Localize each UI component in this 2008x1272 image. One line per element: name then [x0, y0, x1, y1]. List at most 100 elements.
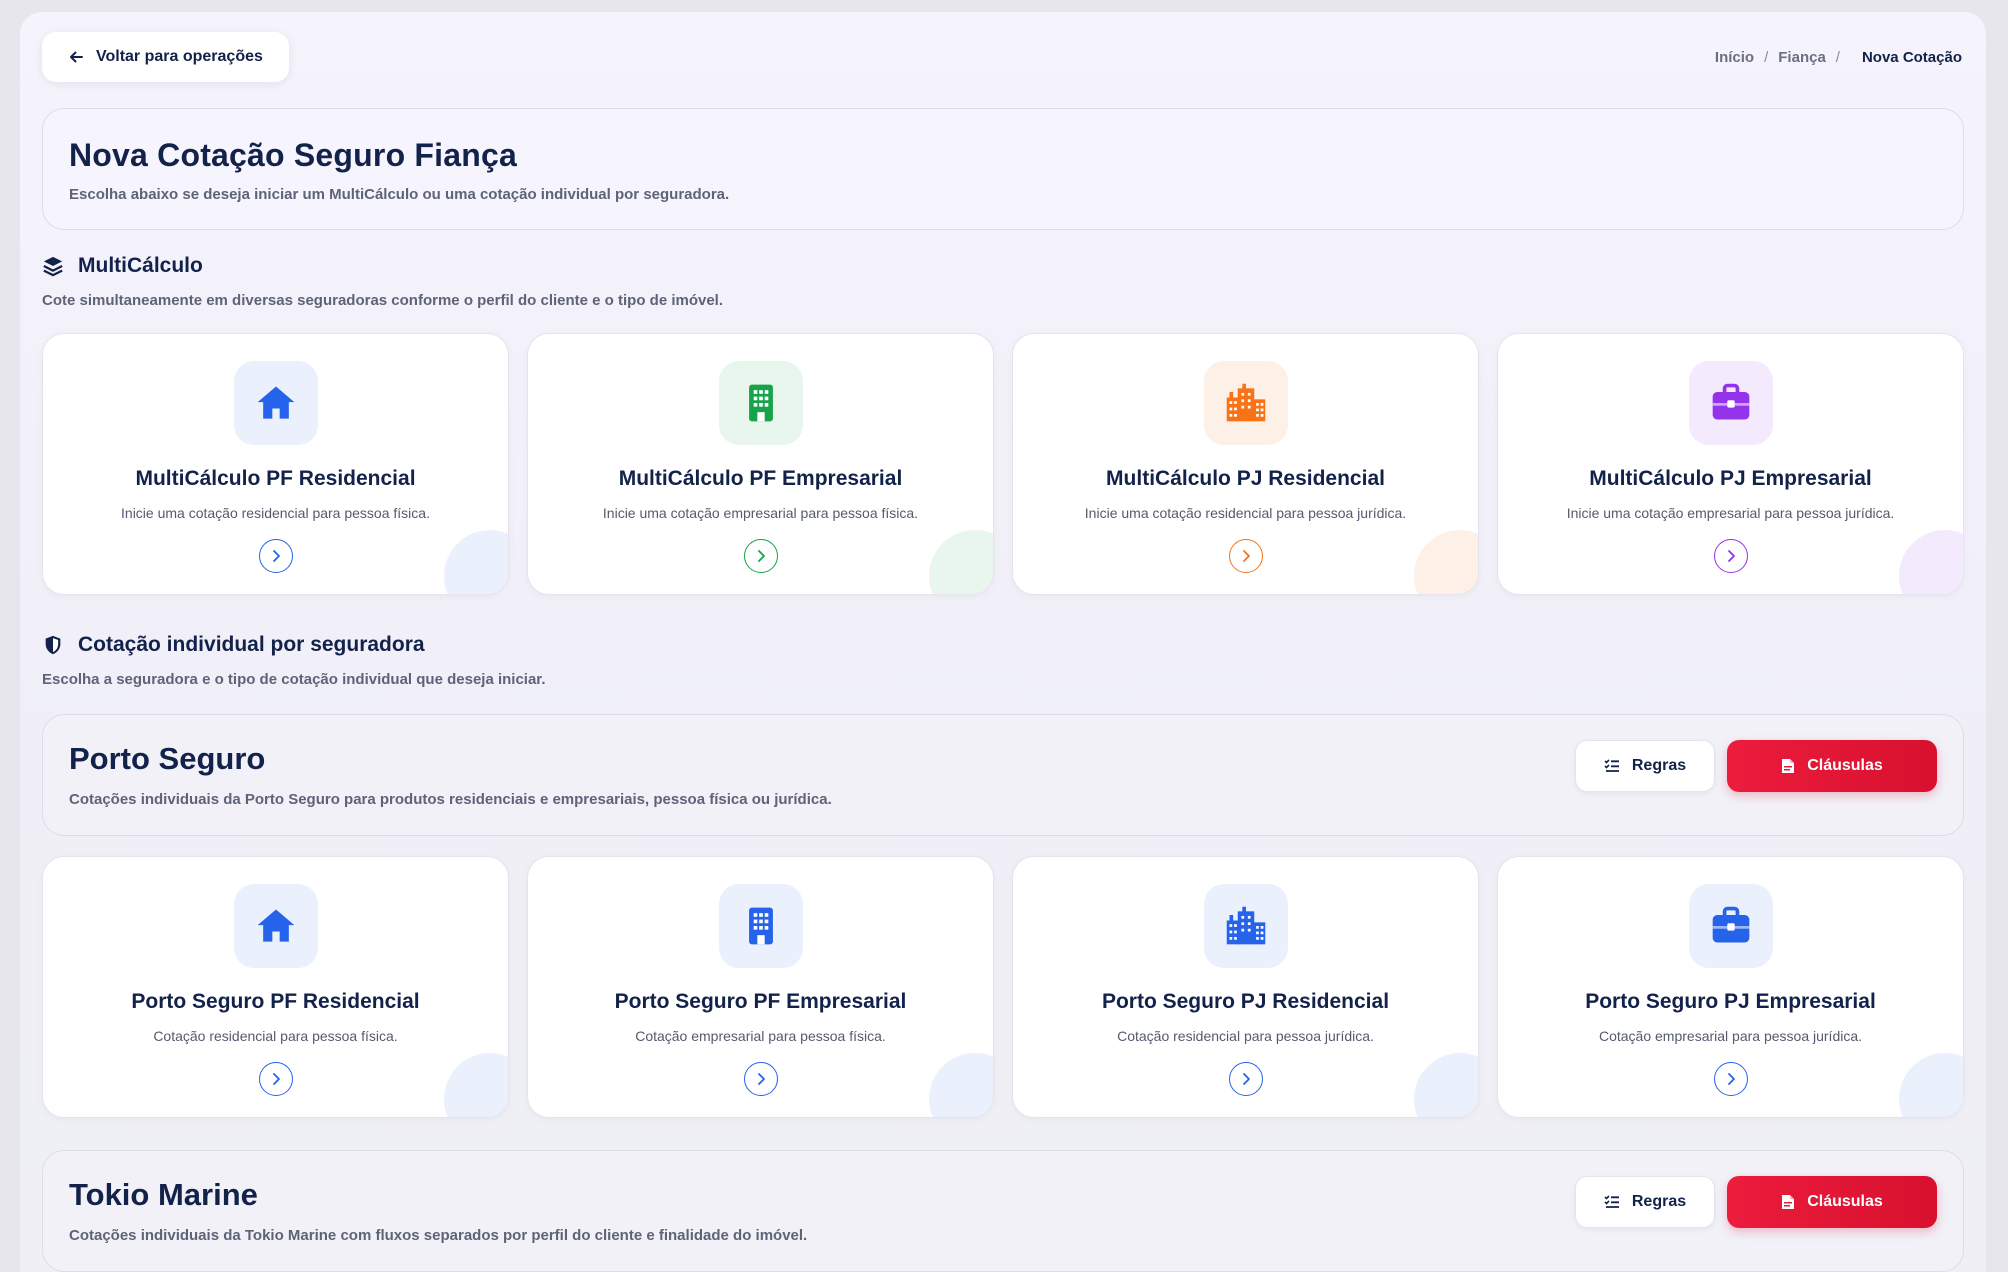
insurer-description: Cotações individuais da Tokio Marine com… [69, 1227, 808, 1244]
chevron-right-icon [754, 549, 768, 563]
clauses-button[interactable]: Cláusulas [1727, 1176, 1937, 1228]
breadcrumb-separator: / [1835, 48, 1840, 66]
rules-button-label: Regras [1631, 757, 1687, 774]
chevron-right-icon [1239, 549, 1253, 563]
app-root: Voltar para operações Início / Fiança / … [20, 12, 1986, 1272]
clauses-button[interactable]: Cláusulas [1727, 740, 1937, 792]
card-title: MultiCálculo PJ Empresarial [1589, 467, 1872, 490]
decorative-circle [1414, 530, 1478, 594]
chevron-right-icon [269, 549, 283, 563]
arrow-left-icon [70, 51, 83, 63]
breadcrumb-item-inicio[interactable]: Início [1715, 49, 1754, 66]
decorative-circle [1899, 530, 1963, 594]
chevron-right-icon [269, 1072, 283, 1086]
card-icon-box [1203, 361, 1288, 445]
clauses-button-label: Cláusulas [1807, 757, 1883, 774]
card-title: Porto Seguro PF Empresarial [614, 990, 907, 1013]
insurer-actions: Regras Cláusulas [1575, 1176, 1937, 1228]
card-description: Inicie uma cotação residencial para pess… [1084, 505, 1407, 521]
back-button-label: Voltar para operações [96, 48, 263, 65]
chevron-right-icon [1239, 1072, 1253, 1086]
individual-section-header: Cotação individual por seguradora [42, 633, 1964, 657]
quote-card-multic-lculo-pf-residencial[interactable]: MultiCálculo PF Residencial Inicie uma c… [42, 333, 509, 595]
clauses-button-label: Cláusulas [1807, 1193, 1883, 1210]
page-header: Nova Cotação Seguro Fiança Escolha abaix… [42, 108, 1964, 230]
quote-card-porto-seguro-pf-empresarial[interactable]: Porto Seguro PF Empresarial Cotação empr… [527, 856, 994, 1118]
quote-card-porto-seguro-pj-empresarial[interactable]: Porto Seguro PJ Empresarial Cotação empr… [1497, 856, 1964, 1118]
card-title: Porto Seguro PJ Empresarial [1585, 990, 1876, 1013]
card-go-button[interactable] [1228, 1062, 1263, 1096]
card-go-button[interactable] [258, 539, 293, 573]
porto-seguro-cards: Porto Seguro PF Residencial Cotação resi… [42, 856, 1964, 1118]
card-icon-box [233, 361, 318, 445]
quote-card-porto-seguro-pf-residencial[interactable]: Porto Seguro PF Residencial Cotação resi… [42, 856, 509, 1118]
individual-section-title: Cotação individual por seguradora [78, 633, 425, 656]
insurer-panel-porto-seguro: Porto Seguro Cotações individuais da Por… [42, 714, 1964, 836]
card-title: MultiCálculo PF Residencial [135, 467, 416, 490]
rules-button-label: Regras [1631, 1193, 1687, 1210]
breadcrumb-separator: / [1764, 48, 1769, 66]
page-title: Nova Cotação Seguro Fiança [69, 137, 517, 173]
decorative-circle [1414, 1053, 1478, 1117]
decorative-circle [444, 530, 508, 594]
card-go-button[interactable] [743, 539, 778, 573]
card-go-button[interactable] [1713, 539, 1748, 573]
decorative-circle [444, 1053, 508, 1117]
building-icon [739, 381, 783, 425]
quote-card-multic-lculo-pj-residencial[interactable]: MultiCálculo PJ Residencial Inicie uma c… [1012, 333, 1479, 595]
house-icon [254, 904, 298, 948]
card-description: Inicie uma cotação empresarial para pess… [1566, 505, 1895, 521]
briefcase-icon [1709, 381, 1753, 425]
chevron-right-icon [1724, 1072, 1738, 1086]
card-icon-box [1688, 884, 1773, 968]
layers-icon [43, 256, 63, 277]
card-icon-box [233, 884, 318, 968]
card-title: Porto Seguro PF Residencial [131, 990, 420, 1013]
quote-card-multic-lculo-pj-empresarial[interactable]: MultiCálculo PJ Empresarial Inicie uma c… [1497, 333, 1964, 595]
card-icon-box [718, 361, 803, 445]
file-pdf-icon [1782, 759, 1795, 773]
multicalculo-section-subtitle: Cote simultaneamente em diversas segurad… [42, 292, 724, 309]
card-go-button[interactable] [743, 1062, 778, 1096]
insurer-description: Cotações individuais da Porto Seguro par… [69, 791, 832, 808]
card-go-button[interactable] [1713, 1062, 1748, 1096]
card-go-button[interactable] [1228, 539, 1263, 573]
list-check-icon [1604, 759, 1619, 772]
decorative-circle [929, 1053, 993, 1117]
insurer-actions: Regras Cláusulas [1575, 740, 1937, 792]
city-icon [1224, 381, 1268, 425]
card-description: Inicie uma cotação residencial para pess… [121, 505, 430, 521]
top-bar: Voltar para operações Início / Fiança / … [42, 32, 1964, 82]
shield-icon [45, 635, 61, 655]
list-check-icon [1604, 1195, 1619, 1208]
card-description: Cotação residencial para pessoa física. [153, 1028, 398, 1044]
card-description: Cotação empresarial para pessoa jurídica… [1598, 1028, 1863, 1044]
card-icon-box [1203, 884, 1288, 968]
city-icon [1224, 904, 1268, 948]
individual-section-subtitle: Escolha a seguradora e o tipo de cotação… [42, 671, 546, 688]
rules-button[interactable]: Regras [1575, 740, 1715, 792]
decorative-circle [1899, 1053, 1963, 1117]
breadcrumb: Início / Fiança / Nova Cotação [1715, 49, 1964, 66]
card-title: MultiCálculo PF Empresarial [618, 467, 903, 490]
card-title: Porto Seguro PJ Residencial [1101, 990, 1390, 1013]
multicalculo-section-title: MultiCálculo [78, 254, 203, 277]
quote-card-multic-lculo-pf-empresarial[interactable]: MultiCálculo PF Empresarial Inicie uma c… [527, 333, 994, 595]
chevron-right-icon [754, 1072, 768, 1086]
quote-card-porto-seguro-pj-residencial[interactable]: Porto Seguro PJ Residencial Cotação resi… [1012, 856, 1479, 1118]
building-icon [739, 904, 783, 948]
briefcase-icon [1709, 904, 1753, 948]
card-go-button[interactable] [258, 1062, 293, 1096]
breadcrumb-item-fianca[interactable]: Fiança [1778, 49, 1826, 66]
card-title: MultiCálculo PJ Residencial [1106, 467, 1385, 490]
rules-button[interactable]: Regras [1575, 1176, 1715, 1228]
multicalculo-section-header: MultiCálculo [42, 254, 1964, 278]
card-icon-box [718, 884, 803, 968]
chevron-right-icon [1724, 549, 1738, 563]
back-to-operations-button[interactable]: Voltar para operações [42, 32, 289, 82]
card-description: Inicie uma cotação empresarial para pess… [602, 505, 919, 521]
file-pdf-icon [1782, 1195, 1795, 1209]
card-description: Cotação residencial para pessoa jurídica… [1117, 1028, 1374, 1044]
breadcrumb-current: Nova Cotação [1861, 48, 1962, 66]
page-subtitle: Escolha abaixo se deseja iniciar um Mult… [69, 186, 730, 203]
